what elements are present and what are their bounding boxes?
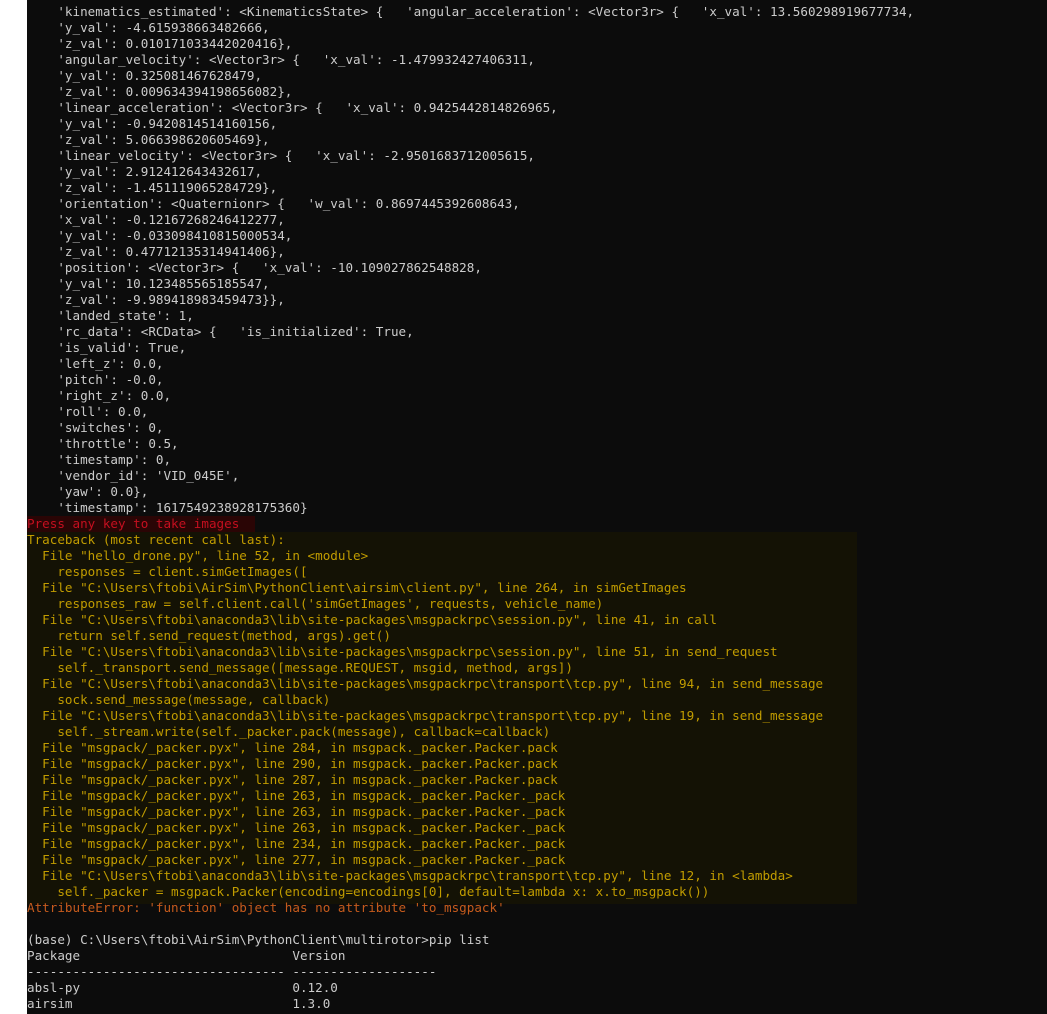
output-line: 'z_val': -9.989418983459473}}, [27, 292, 285, 307]
traceback-line: File "msgpack/_packer.pyx", line 263, in… [27, 788, 566, 803]
attribute-error-line: AttributeError: 'function' object has no… [27, 900, 505, 915]
traceback-line: self._stream.write(self._packer.pack(mes… [27, 724, 551, 739]
traceback-line: self._transport.send_message([message.RE… [27, 660, 573, 675]
output-line: 'position': <Vector3r> { 'x_val': -10.10… [27, 260, 482, 275]
output-line: 'throttle': 0.5, [27, 436, 179, 451]
traceback-line: File "msgpack/_packer.pyx", line 234, in… [27, 836, 566, 851]
traceback-line: File "msgpack/_packer.pyx", line 263, in… [27, 820, 566, 835]
traceback-line: File "msgpack/_packer.pyx", line 290, in… [27, 756, 558, 771]
terminal-window[interactable]: 'kinematics_estimated': <KinematicsState… [27, 0, 1047, 1014]
output-line: 'linear_acceleration': <Vector3r> { 'x_v… [27, 100, 558, 115]
output-line: 'timestamp': 1617549238928175360} [27, 500, 308, 515]
output-line: 'orientation': <Quaternionr> { 'w_val': … [27, 196, 520, 211]
output-line: 'x_val': -0.12167268246412277, [27, 212, 285, 227]
traceback-line: File "C:\Users\ftobi\AirSim\PythonClient… [27, 580, 687, 595]
output-line: 'z_val': -1.451119065284729}, [27, 180, 278, 195]
traceback-line: File "C:\Users\ftobi\anaconda3\lib\site-… [27, 644, 778, 659]
output-line: 'z_val': 5.066398620605469}, [27, 132, 270, 147]
output-line: 'y_val': -4.615938663482666, [27, 20, 270, 35]
output-line: 'is_valid': True, [27, 340, 187, 355]
output-line: 'pitch': -0.0, [27, 372, 164, 387]
traceback-line: File "C:\Users\ftobi\anaconda3\lib\site-… [27, 612, 717, 627]
traceback-line: File "msgpack/_packer.pyx", line 263, in… [27, 804, 566, 819]
output-line: 'right_z': 0.0, [27, 388, 172, 403]
output-line: 'y_val': 2.912412643432617, [27, 164, 263, 179]
output-line: 'roll': 0.0, [27, 404, 149, 419]
traceback-line: File "msgpack/_packer.pyx", line 287, in… [27, 772, 558, 787]
output-line: 'landed_state': 1, [27, 308, 194, 323]
output-line: 'rc_data': <RCData> { 'is_initialized': … [27, 324, 414, 339]
output-line: 'z_val': 0.47712135314941406}, [27, 244, 285, 259]
pip-list-header: Package Version [27, 948, 346, 963]
output-line: 'y_val': -0.9420814514160156, [27, 116, 278, 131]
traceback-line: return self.send_request(method, args).g… [27, 628, 391, 643]
traceback-line: sock.send_message(message, callback) [27, 692, 331, 707]
terminal-output: 'kinematics_estimated': <KinematicsState… [27, 4, 914, 1012]
traceback-line: File "hello_drone.py", line 52, in <modu… [27, 548, 369, 563]
output-line: 'timestamp': 0, [27, 452, 172, 467]
output-line: 'y_val': 0.325081467628479, [27, 68, 263, 83]
prompt-message: Press any key to take images [27, 516, 240, 531]
traceback-line: File "C:\Users\ftobi\anaconda3\lib\site-… [27, 868, 793, 883]
traceback-line: responses_raw = self.client.call('simGet… [27, 596, 604, 611]
output-line: 'kinematics_estimated': <KinematicsState… [27, 4, 915, 19]
traceback-line: responses = client.simGetImages([ [27, 564, 308, 579]
output-line: 'yaw': 0.0}, [27, 484, 149, 499]
output-line: 'left_z': 0.0, [27, 356, 164, 371]
output-line: 'vendor_id': 'VID_045E', [27, 468, 240, 483]
traceback-line: File "C:\Users\ftobi\anaconda3\lib\site-… [27, 676, 824, 691]
output-line: 'z_val': 0.009634394198656082}, [27, 84, 293, 99]
traceback-line: File "msgpack/_packer.pyx", line 277, in… [27, 852, 566, 867]
traceback-line: File "msgpack/_packer.pyx", line 284, in… [27, 740, 558, 755]
command-prompt-line[interactable]: (base) C:\Users\ftobi\AirSim\PythonClien… [27, 932, 914, 948]
traceback-line: File "C:\Users\ftobi\anaconda3\lib\site-… [27, 708, 824, 723]
output-line: 'y_val': -0.033098410815000534, [27, 228, 293, 243]
pip-list-separator: ---------------------------------- -----… [27, 964, 437, 979]
output-line: 'angular_velocity': <Vector3r> { 'x_val'… [27, 52, 535, 67]
output-line: 'y_val': 10.123485565185547, [27, 276, 270, 291]
traceback-header: Traceback (most recent call last): [27, 532, 285, 547]
pip-list-row: absl-py 0.12.0 [27, 980, 338, 995]
output-line: 'z_val': 0.010171033442020416}, [27, 36, 293, 51]
pip-list-row: airsim 1.3.0 [27, 996, 331, 1011]
traceback-line: self._packer = msgpack.Packer(encoding=e… [27, 884, 710, 899]
output-line: 'linear_velocity': <Vector3r> { 'x_val':… [27, 148, 535, 163]
output-line: 'switches': 0, [27, 420, 164, 435]
